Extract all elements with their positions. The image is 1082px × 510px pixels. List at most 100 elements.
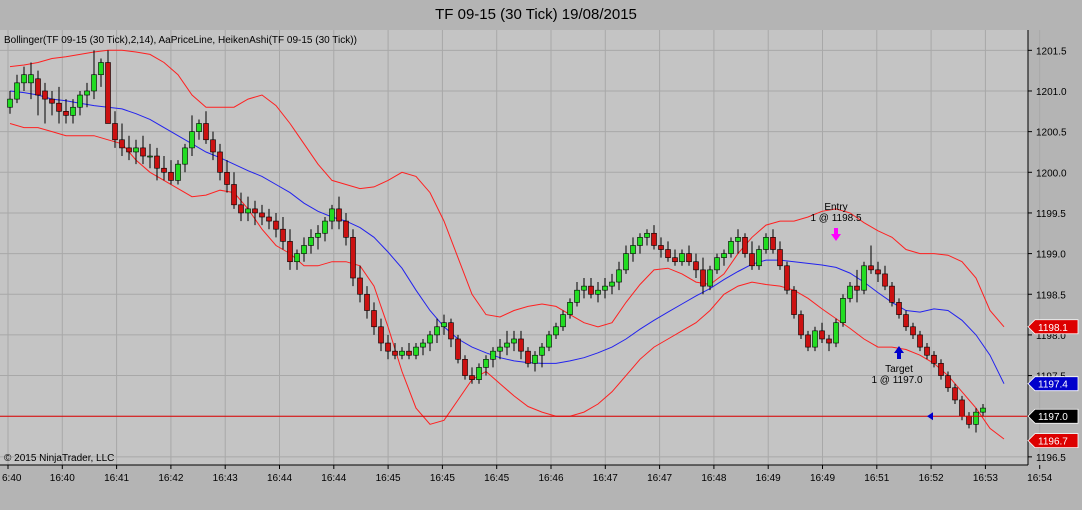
entry-label: Entry (824, 202, 847, 213)
candle-body-down (42, 90, 48, 100)
candle-body-down (665, 249, 671, 258)
candle-body-up (609, 281, 615, 287)
x-tick-label: 16:51 (864, 473, 889, 484)
candle (455, 334, 461, 364)
candle-body-down (392, 350, 398, 356)
candle-body-up (483, 358, 489, 368)
candle-body-up (476, 367, 482, 380)
axis-badge-label: 1197.4 (1038, 380, 1068, 391)
candle-body-up (21, 74, 27, 84)
x-tick-label: 16:45 (376, 473, 401, 484)
candle-body-up (189, 131, 195, 149)
candle-body-up (728, 241, 734, 254)
candle (350, 229, 356, 287)
x-tick-label: 16:44 (267, 473, 292, 484)
candle (861, 261, 867, 295)
axis-badge: 1198.1 (1027, 319, 1079, 335)
candle-body-down (805, 334, 811, 348)
candle-body-down (875, 269, 881, 275)
candle-body-down (924, 346, 930, 356)
candle-body-down (700, 269, 706, 287)
candle-body-up (630, 245, 636, 254)
candle-body-down (938, 363, 944, 376)
candle-body-down (343, 220, 349, 238)
x-tick-label: 16:40 (50, 473, 75, 484)
x-tick-label: 16:42 (158, 473, 183, 484)
y-tick-label: 1200.5 (1036, 128, 1067, 139)
x-tick-label: 16:48 (701, 473, 726, 484)
candle-body-up (28, 74, 34, 84)
candle-body-down (658, 245, 664, 250)
candle-body-down (126, 147, 132, 153)
plot-area (0, 30, 1028, 465)
x-tick-label: 16:43 (213, 473, 238, 484)
candle-body-down (952, 387, 958, 401)
candle-body-down (336, 208, 342, 222)
candle-body-down (903, 314, 909, 328)
target-price-label: 1 @ 1197.0 (871, 375, 923, 386)
candle-body-up (756, 249, 762, 267)
candle-body-up (322, 220, 328, 234)
candle-body-down (217, 151, 223, 173)
candle-body-down (791, 289, 797, 315)
candle-body-up (315, 232, 321, 238)
candle-body-up (504, 342, 510, 348)
y-tick-label: 1201.5 (1036, 46, 1067, 57)
candlestick-chart[interactable]: Entry1 @ 1198.5 Target1 @ 1197.0 1196.5 11… (0, 0, 1082, 510)
x-tick-label: 16:53 (973, 473, 998, 484)
candle-body-up (735, 237, 741, 242)
candle-body-up (763, 237, 769, 250)
x-tick-label: 16:47 (647, 473, 672, 484)
candle-body-up (294, 253, 300, 263)
axis-badge: 1196.7 (1027, 433, 1079, 449)
candle-body-down (231, 184, 237, 206)
axis-badge: 1197.0 (1027, 408, 1079, 424)
candle-body-down (280, 228, 286, 242)
candle-body-up (427, 334, 433, 344)
candle-body-down (371, 310, 377, 328)
candle-body-up (560, 314, 566, 328)
candle-body-up (70, 106, 76, 116)
candle-body-up (602, 285, 608, 291)
candle-body-down (35, 78, 41, 96)
candle-body-down (105, 62, 111, 124)
candle-body-up (707, 269, 713, 287)
candle-body-down (959, 399, 965, 417)
candle-body-up (840, 298, 846, 324)
candle-body-down (784, 265, 790, 291)
indicator-label: Bollinger(TF 09-15 (30 Tick),2,14), AaPr… (4, 35, 357, 46)
x-tick-label: 16:46 (538, 473, 563, 484)
candle-body-down (749, 253, 755, 267)
y-tick-label: 1200.0 (1036, 168, 1067, 179)
candle-body-up (196, 123, 202, 132)
candle-body-down (945, 375, 951, 389)
candle-body-down (777, 249, 783, 267)
candle-body-down (770, 237, 776, 250)
candle-body-down (161, 167, 167, 173)
candle-body-up (84, 90, 90, 96)
y-tick-label: 1201.0 (1036, 87, 1067, 98)
candle-body-up (637, 237, 643, 246)
candle-body-up (574, 289, 580, 303)
candle-body-up (595, 289, 601, 295)
x-tick-label: 16:54 (1027, 473, 1052, 484)
candle-body-down (854, 285, 860, 291)
candle-body-down (882, 273, 888, 287)
candle-body-down (917, 334, 923, 348)
candle-body-down (966, 415, 972, 425)
candle-body-down (455, 338, 461, 360)
candle-body-up (679, 253, 685, 263)
candle-body-down (266, 216, 272, 222)
axis-badge-label: 1197.0 (1038, 412, 1068, 423)
candle-body-up (567, 302, 573, 315)
candle-body-down (385, 342, 391, 352)
candle-body-up (175, 163, 181, 181)
candle-body-up (245, 208, 251, 214)
candle-body-down (798, 314, 804, 336)
candle-body-up (623, 253, 629, 271)
candle-body-down (273, 220, 279, 230)
candle-body-down (686, 253, 692, 263)
candle-body-up (553, 326, 559, 336)
y-tick-label: 1198.5 (1036, 290, 1066, 301)
candle (798, 310, 804, 339)
